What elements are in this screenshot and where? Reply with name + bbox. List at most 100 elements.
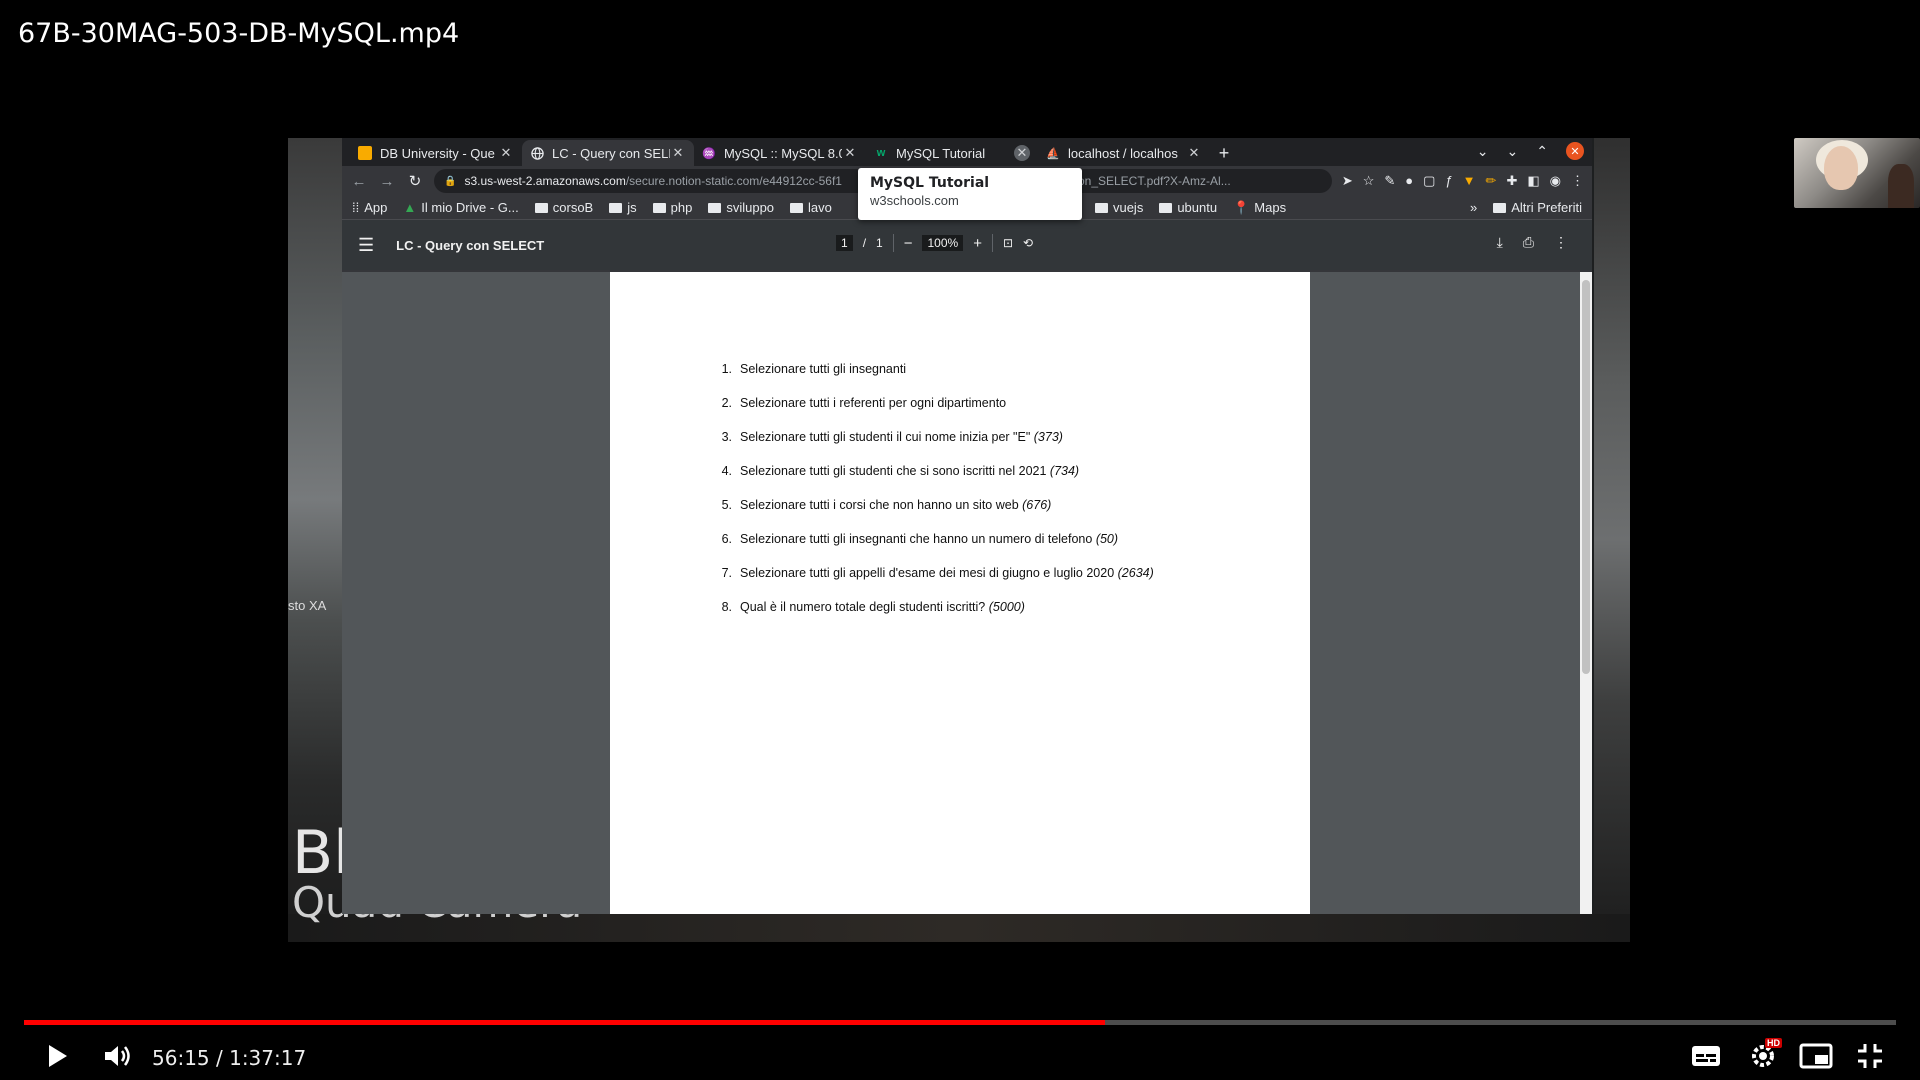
player-controls: 56:15 / 1:37:17 HD <box>0 1032 1920 1080</box>
bookmark-lavoro[interactable]: lavo <box>790 200 832 215</box>
star-icon[interactable]: ☆ <box>1363 173 1375 189</box>
extension-icons: ➤ ☆ ✎ ● ▢ ƒ ▼ ✏ ✚ ◧ ◉ ⋮ <box>1342 173 1584 189</box>
tab-label: MySQL :: MySQL 8.0 <box>724 145 842 161</box>
puzzle-icon[interactable]: ✚ <box>1506 173 1517 189</box>
tab-mysql-tutorial[interactable]: w MySQL Tutorial ✕ <box>866 140 1038 166</box>
tab-label: localhost / localhos <box>1068 145 1178 161</box>
tab-search-icon[interactable]: ⌄ <box>1477 143 1489 160</box>
minimize-icon[interactable]: ⌄ <box>1507 143 1519 160</box>
url-host: s3.us-west-2.amazonaws.com <box>464 174 626 188</box>
exercise-number: 8. <box>721 600 732 614</box>
folder-icon <box>534 202 548 213</box>
notion-icon <box>358 146 372 160</box>
tab-bar: DB University - Que ✕ LC - Query con SEL… <box>342 138 1592 166</box>
reload-icon[interactable]: ↻ <box>406 172 424 190</box>
bookmark-php[interactable]: php <box>652 200 692 215</box>
time-total: 1:37:17 <box>229 1046 307 1070</box>
tooltip-title: MySQL Tutorial <box>870 175 990 191</box>
play-button[interactable] <box>44 1040 72 1072</box>
formula-icon[interactable]: ƒ <box>1445 173 1452 189</box>
sidebar-icon[interactable]: ◧ <box>1527 173 1539 189</box>
bookmark-js[interactable]: js <box>609 200 637 215</box>
folder-icon <box>652 202 666 213</box>
video-background-right <box>1594 138 1630 942</box>
bookmark-app[interactable]: ⁞⁞ App <box>352 200 387 215</box>
kebab-menu-icon[interactable]: ⋮ <box>1571 173 1584 189</box>
forward-icon[interactable]: → <box>378 173 396 190</box>
hamburger-menu-icon[interactable]: ☰ <box>358 235 374 256</box>
bookmark-maps[interactable]: 📍 Maps <box>1233 200 1286 216</box>
new-tab-button[interactable]: + <box>1210 140 1238 166</box>
exit-fullscreen-button[interactable] <box>1852 1040 1888 1072</box>
webcam-overlay <box>1794 138 1920 208</box>
drive-icon: ▲ <box>403 200 417 215</box>
tab-lc-query[interactable]: LC - Query con SELE ✕ <box>522 140 694 166</box>
exercise-item: 4. Selezionare tutti gli studenti che si … <box>712 454 1154 488</box>
highlighter-icon[interactable]: ✏ <box>1486 173 1497 189</box>
zoom-in-icon[interactable]: + <box>973 235 982 252</box>
video-frame[interactable]: sto XA Bl Quad Camera DB University - Qu… <box>288 138 1630 942</box>
tab-label: LC - Query con SELE <box>552 145 670 161</box>
bookmark-label: Altri Preferiti <box>1511 200 1582 215</box>
tab-localhost[interactable]: ⛵ localhost / localhos ✕ <box>1038 140 1210 166</box>
more-options-icon[interactable]: ⋮ <box>1554 234 1568 251</box>
exercise-item: 7. Selezionare tutti gli appelli d'esame … <box>712 556 1154 590</box>
download-icon[interactable]: ⤓ <box>1497 234 1503 251</box>
tab-label: DB University - Que <box>380 145 495 161</box>
globe-icon <box>530 146 544 160</box>
url-tail: on_SELECT.pdf?X-Amz-Al... <box>1077 174 1231 188</box>
video-progress-bar[interactable] <box>24 1020 1896 1025</box>
subtitles-icon <box>1692 1046 1720 1066</box>
browser-window: DB University - Que ✕ LC - Query con SEL… <box>342 138 1592 914</box>
send-icon[interactable]: ➤ <box>1342 173 1353 189</box>
exercise-number: 7. <box>721 566 732 580</box>
extension-circle-icon[interactable]: ● <box>1405 173 1413 189</box>
time-display: 56:15 / 1:37:17 <box>152 1046 306 1070</box>
back-icon[interactable]: ← <box>350 173 368 190</box>
rotate-icon[interactable]: ⟲ <box>1023 236 1033 250</box>
close-icon[interactable]: ✕ <box>1014 145 1030 161</box>
vue-devtools-icon[interactable]: ▼ <box>1463 173 1476 189</box>
page-total: 1 <box>876 236 883 250</box>
print-icon[interactable]: ⎙ <box>1523 234 1534 251</box>
bookmarks-overflow-button[interactable]: » <box>1470 200 1477 215</box>
pdf-viewport[interactable]: 1. Selezionare tutti gli insegnanti 2. Sele… <box>342 272 1592 914</box>
subtitles-button[interactable] <box>1690 1040 1722 1072</box>
bookmark-vuejs[interactable]: vuejs <box>1094 200 1143 215</box>
close-icon[interactable]: ✕ <box>670 145 686 161</box>
zoom-out-icon[interactable]: − <box>904 235 913 252</box>
tab-mysql-docs[interactable]: ♒ MySQL :: MySQL 8.0 ✕ <box>694 140 866 166</box>
maximize-icon[interactable]: ⌃ <box>1536 143 1548 160</box>
tab-db-university[interactable]: DB University - Que ✕ <box>350 140 522 166</box>
zoom-input[interactable]: 100% <box>922 235 964 251</box>
exit-fullscreen-icon <box>1858 1044 1882 1068</box>
miniplayer-button[interactable] <box>1798 1040 1834 1072</box>
pdf-actions: ⤓ ⎙ ⋮ <box>1497 234 1568 251</box>
exercise-item: 5. Selezionare tutti i corsi che non hann… <box>712 488 1154 522</box>
pdf-page-controls: 1 / 1 − 100% + ⊡ ⟲ <box>836 234 1033 252</box>
pdf-page: 1. Selezionare tutti gli insegnanti 2. Sele… <box>610 272 1310 914</box>
volume-button[interactable] <box>102 1040 134 1072</box>
pdf-scrollbar[interactable] <box>1580 272 1592 914</box>
bookmark-label: Il mio Drive - G... <box>421 200 519 215</box>
eyedropper-icon[interactable]: ✎ <box>1384 173 1395 189</box>
exercise-expected-count: (50) <box>1095 532 1119 546</box>
bookmark-label: Maps <box>1254 200 1287 215</box>
bookmark-sviluppo[interactable]: sviluppo <box>708 200 774 215</box>
window-close-icon[interactable]: ✕ <box>1566 142 1584 160</box>
fit-page-icon[interactable]: ⊡ <box>1003 236 1013 250</box>
extension-square-icon[interactable]: ▢ <box>1423 173 1435 189</box>
bookmark-ubuntu[interactable]: ubuntu <box>1159 200 1217 215</box>
close-icon[interactable]: ✕ <box>1186 145 1202 161</box>
exercise-expected-count: (734) <box>1049 464 1080 478</box>
scrollbar-thumb[interactable] <box>1582 280 1590 674</box>
tab-label: MySQL Tutorial <box>896 145 986 161</box>
bookmark-other[interactable]: Altri Preferiti <box>1493 200 1582 215</box>
bookmark-corsob[interactable]: corsoB <box>534 200 593 215</box>
bookmark-drive[interactable]: ▲ Il mio Drive - G... <box>403 200 518 215</box>
settings-button[interactable]: HD <box>1745 1038 1782 1072</box>
page-number-input[interactable]: 1 <box>836 235 853 251</box>
close-icon[interactable]: ✕ <box>842 145 858 161</box>
close-icon[interactable]: ✕ <box>498 145 514 161</box>
profile-icon[interactable]: ◉ <box>1550 173 1561 189</box>
